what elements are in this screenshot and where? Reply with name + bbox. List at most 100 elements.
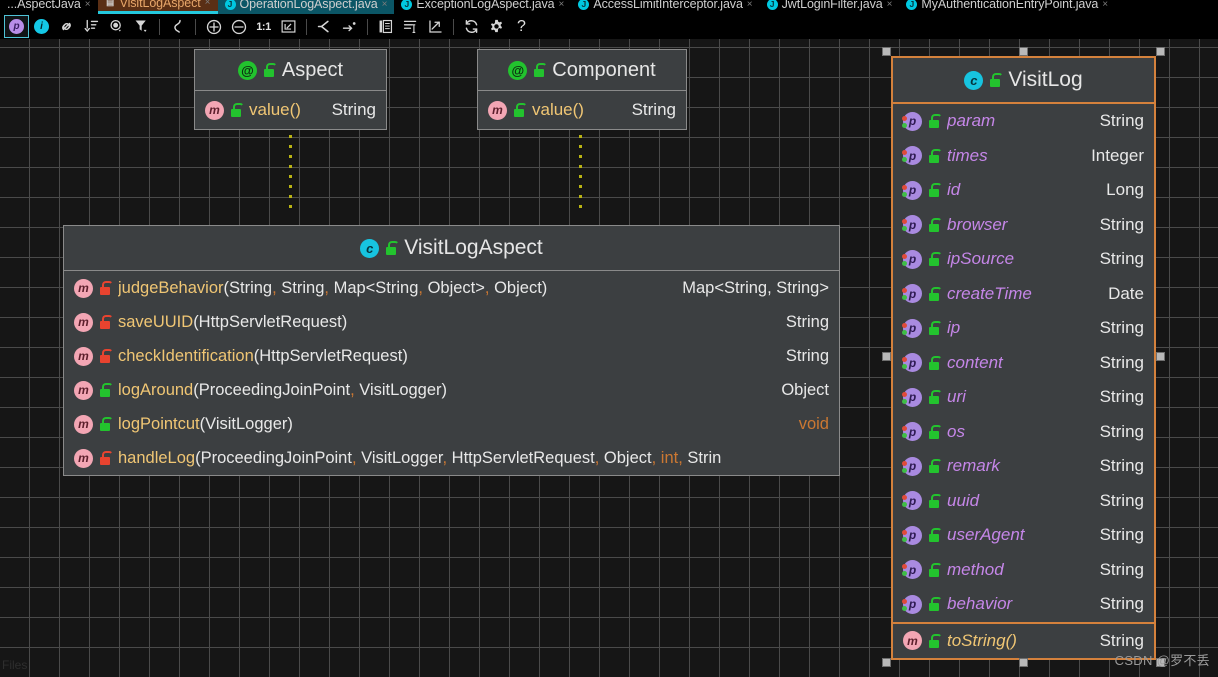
editor-tab[interactable]: J MyAuthenticationEntryPoint.java × xyxy=(899,0,1116,14)
member-name: os xyxy=(947,421,965,441)
selection-handle-w[interactable] xyxy=(882,352,891,361)
settings-gear-icon[interactable] xyxy=(484,15,509,38)
method-icon: m xyxy=(488,100,507,120)
member-signature: userAgent xyxy=(947,525,1084,545)
uml-class-visitlogaspect[interactable]: c VisitLogAspect m judgeBehavior (String, … xyxy=(63,225,840,476)
public-lock-icon xyxy=(928,459,942,474)
member-signature: browser xyxy=(947,215,1084,235)
close-icon[interactable]: × xyxy=(382,0,388,10)
field-row[interactable]: p id Long xyxy=(893,173,1154,208)
sort-icon[interactable] xyxy=(79,15,104,38)
close-icon[interactable]: × xyxy=(559,0,565,10)
watermark: CSDN @罗不丢 xyxy=(1114,653,1210,668)
fit-content-button[interactable] xyxy=(276,15,301,38)
diagram-toolbar[interactable]: p i 1:1? xyxy=(0,14,1218,39)
field-row[interactable]: p userAgent String xyxy=(893,518,1154,553)
field-row[interactable]: p createTime Date xyxy=(893,277,1154,312)
method-row[interactable]: m judgeBehavior (String, String, Map<Strin… xyxy=(64,271,839,305)
close-icon[interactable]: × xyxy=(85,0,91,10)
return-type: void xyxy=(798,414,829,433)
return-type: Long xyxy=(1106,180,1144,200)
member-name: behavior xyxy=(947,594,1013,614)
java-file-icon: J xyxy=(401,0,413,10)
selection-handle-n[interactable] xyxy=(1019,47,1028,56)
method-row[interactable]: m saveUUID (HttpServletRequest) String xyxy=(64,305,839,339)
jump-to-icon[interactable] xyxy=(337,15,362,38)
help-icon[interactable]: ? xyxy=(509,15,534,38)
field-row[interactable]: p uuid String xyxy=(893,484,1154,519)
edge-style-icon[interactable] xyxy=(165,15,190,38)
close-icon[interactable]: × xyxy=(887,0,893,10)
field-row[interactable]: p os String xyxy=(893,415,1154,450)
help-icon-glyph: ? xyxy=(517,17,526,35)
property-icon: p xyxy=(902,180,922,200)
selection-handle-e[interactable] xyxy=(1156,352,1165,361)
expand-nodes-icon[interactable] xyxy=(312,15,337,38)
member-signature: judgeBehavior (String, String, Map<String… xyxy=(118,279,666,298)
field-row[interactable]: p browser String xyxy=(893,208,1154,243)
property-icon: p xyxy=(902,525,922,545)
editor-tab[interactable]: J ExceptionLogAspect.java × xyxy=(394,0,572,14)
editor-tab[interactable]: J OperationLogAspect.java × xyxy=(217,0,395,14)
return-type: String xyxy=(1099,387,1144,407)
uml-class-component[interactable]: @ Component m value() String xyxy=(477,49,687,130)
public-lock-icon xyxy=(928,597,942,612)
class-icon: c xyxy=(964,70,984,90)
uml-class-aspect[interactable]: @ Aspect m value() String xyxy=(194,49,387,130)
method-row[interactable]: m handleLog (ProceedingJoinPoint, VisitLog… xyxy=(64,441,839,475)
method-row[interactable]: m checkIdentification (HttpServletRequest)… xyxy=(64,339,839,373)
show-packages-toggle[interactable]: p xyxy=(4,15,29,38)
selection-handle-ne[interactable] xyxy=(1156,47,1165,56)
uml-class-visitlog[interactable]: c VisitLog p param String p times Integer p id L… xyxy=(891,56,1156,660)
close-icon[interactable]: × xyxy=(747,0,753,10)
filter-icon[interactable] xyxy=(129,15,154,38)
close-icon[interactable]: × xyxy=(1102,0,1108,10)
method-row[interactable]: m value() String xyxy=(478,91,686,129)
actual-size-button-glyph: 1:1 xyxy=(256,20,271,33)
editor-tab[interactable]: J JwtLoginFilter.java × xyxy=(759,0,900,14)
selection-handle-nw[interactable] xyxy=(882,47,891,56)
selection-handle-sw[interactable] xyxy=(882,658,891,667)
method-row[interactable]: m logPointcut (VisitLogger) void xyxy=(64,407,839,441)
field-row[interactable]: p ip String xyxy=(893,311,1154,346)
field-row[interactable]: p method String xyxy=(893,553,1154,588)
close-icon[interactable]: × xyxy=(205,0,211,8)
method-icon: m xyxy=(205,100,224,120)
return-type: String xyxy=(785,312,829,331)
field-row[interactable]: p remark String xyxy=(893,449,1154,484)
public-lock-icon xyxy=(928,562,942,577)
field-row[interactable]: p behavior String xyxy=(893,587,1154,622)
property-icon: p xyxy=(902,491,922,511)
tab-label: AccessLimitInterceptor.java xyxy=(593,0,743,11)
public-lock-icon xyxy=(513,103,527,117)
show-fields-toggle[interactable]: i xyxy=(29,15,54,38)
field-row[interactable]: p ipSource String xyxy=(893,242,1154,277)
tab-label: MyAuthenticationEntryPoint.java xyxy=(921,0,1099,11)
refresh-icon[interactable] xyxy=(459,15,484,38)
member-signature: value() xyxy=(532,100,616,120)
member-signature: param xyxy=(947,111,1084,131)
zoom-in-button[interactable] xyxy=(201,15,226,38)
private-lock-icon xyxy=(99,349,113,363)
editor-tab[interactable]: ...AspectJava × xyxy=(0,0,98,14)
export-icon[interactable] xyxy=(423,15,448,38)
field-row[interactable]: p times Integer xyxy=(893,139,1154,174)
layout-icon[interactable] xyxy=(398,15,423,38)
editor-tab-bar[interactable]: ...AspectJava × ▤ VisitLogAspect × J Operation… xyxy=(0,0,1218,14)
method-row[interactable]: m logAround (ProceedingJoinPoint, VisitLog… xyxy=(64,373,839,407)
editor-tab[interactable]: J AccessLimitInterceptor.java × xyxy=(571,0,760,14)
copy-icon[interactable] xyxy=(373,15,398,38)
uml-diagram-canvas[interactable]: @ Aspect m value() String @ Component m val… xyxy=(0,39,1218,677)
zoom-out-button[interactable] xyxy=(226,15,251,38)
field-row[interactable]: p param String xyxy=(893,104,1154,139)
editor-tab[interactable]: ▤ VisitLogAspect × xyxy=(97,0,218,14)
method-row[interactable]: m value() String xyxy=(195,91,386,129)
separator-3 xyxy=(306,18,307,35)
visibility-icon[interactable] xyxy=(104,15,129,38)
field-row[interactable]: p content String xyxy=(893,346,1154,381)
actual-size-button[interactable]: 1:1 xyxy=(251,15,276,38)
field-row[interactable]: p uri String xyxy=(893,380,1154,415)
method-icon: m xyxy=(74,278,93,298)
show-dependencies-icon[interactable] xyxy=(54,15,79,38)
selection-handle-s[interactable] xyxy=(1019,658,1028,667)
